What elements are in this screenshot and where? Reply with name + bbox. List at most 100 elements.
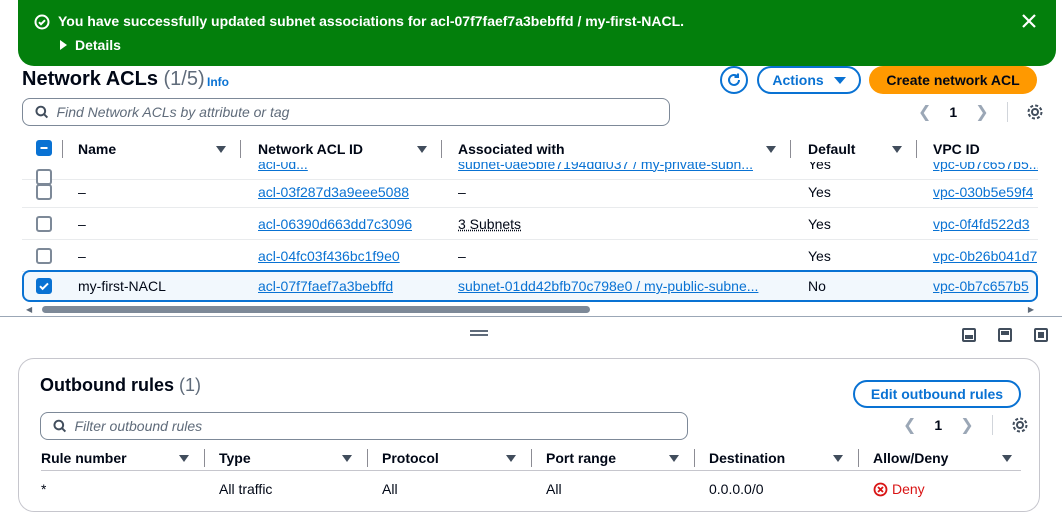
- search-icon: [53, 419, 67, 433]
- acl-id-link[interactable]: acl-0d...: [258, 162, 308, 172]
- table-row[interactable]: – acl-04fc03f436bc1f9e0 – Yes vpc-0b26b0…: [22, 240, 1038, 272]
- name-value: –: [78, 215, 86, 232]
- settings-gear-icon[interactable]: [1011, 416, 1029, 434]
- page-title: Network ACLs (1/5): [22, 68, 205, 91]
- association-link[interactable]: subnet-01dd42bfb70c798e0 / my-public-sub…: [458, 278, 758, 294]
- name-value: –: [78, 183, 86, 200]
- settings-gear-icon[interactable]: [1026, 103, 1044, 121]
- actions-label: Actions: [772, 72, 824, 88]
- acl-search-field[interactable]: [22, 98, 670, 126]
- col-header-vpc-id[interactable]: VPC ID: [933, 136, 980, 162]
- acl-id-link[interactable]: acl-06390d663dd7c3096: [258, 216, 412, 232]
- association-value: –: [458, 183, 466, 200]
- sort-icon[interactable]: [833, 455, 843, 462]
- acl-search-input[interactable]: [56, 104, 669, 120]
- info-link[interactable]: Info: [207, 75, 229, 89]
- sort-icon[interactable]: [506, 455, 516, 462]
- horizontal-scrollbar[interactable]: ◀ ▶: [22, 304, 1038, 314]
- deny-status: Deny: [873, 476, 925, 502]
- prev-page-icon[interactable]: ❮: [903, 415, 916, 435]
- scroll-left-icon[interactable]: ◀: [26, 305, 32, 314]
- row-checkbox[interactable]: [36, 248, 52, 264]
- panel-bottom-icon[interactable]: [962, 328, 976, 342]
- col-header-default[interactable]: Default: [808, 136, 855, 162]
- association-value: –: [458, 247, 466, 264]
- acl-table-body: acl-0d... subnet-0ae5bfe7194ddf037 / my-…: [22, 162, 1038, 304]
- acl-table-header: Name Network ACL ID Associated with Defa…: [22, 136, 1038, 162]
- col-header-destination[interactable]: Destination: [709, 445, 785, 471]
- sort-icon[interactable]: [342, 455, 352, 462]
- outbound-title: Outbound rules (1): [40, 375, 201, 396]
- col-header-type[interactable]: Type: [219, 445, 251, 471]
- row-checkbox[interactable]: [36, 278, 52, 294]
- sort-icon[interactable]: [669, 455, 679, 462]
- prev-page-icon[interactable]: ❮: [918, 102, 931, 122]
- row-checkbox[interactable]: [36, 216, 52, 232]
- association-link[interactable]: subnet-0ae5bfe7194ddf037 / my-private-su…: [458, 162, 753, 172]
- sort-icon[interactable]: [1002, 455, 1012, 462]
- outbound-title-text: Outbound rules: [40, 375, 174, 395]
- select-all-checkbox[interactable]: [36, 140, 52, 156]
- col-header-port-range[interactable]: Port range: [546, 445, 616, 471]
- flash-details-toggle[interactable]: Details: [60, 37, 121, 53]
- col-header-allow-deny[interactable]: Allow/Deny: [873, 445, 948, 471]
- current-page[interactable]: 1: [934, 417, 942, 433]
- row-checkbox[interactable]: [36, 184, 52, 200]
- minus-icon: [40, 147, 48, 149]
- scroll-right-icon[interactable]: ▶: [1028, 305, 1034, 314]
- caret-down-icon: [833, 76, 846, 84]
- vpc-id-link[interactable]: vpc-0b7c657b5: [933, 278, 1029, 294]
- table-row-selected[interactable]: my-first-NACL acl-07f7faef7a3bebffd subn…: [22, 270, 1038, 302]
- col-header-associated[interactable]: Associated with: [458, 136, 565, 162]
- deny-label: Deny: [892, 481, 925, 497]
- subnets-popover-trigger[interactable]: 3 Subnets: [458, 216, 521, 232]
- acl-id-link[interactable]: acl-04fc03f436bc1f9e0: [258, 248, 400, 264]
- resize-handle[interactable]: [470, 330, 488, 336]
- panel-side-icon[interactable]: [998, 328, 1012, 342]
- outbound-filter-field[interactable]: [40, 412, 688, 440]
- name-value: –: [78, 247, 86, 264]
- deny-x-icon: [873, 482, 888, 496]
- col-header-protocol[interactable]: Protocol: [382, 445, 439, 471]
- sort-icon[interactable]: [892, 146, 902, 153]
- vpc-id-link[interactable]: vpc-030b5e59f4: [933, 184, 1033, 200]
- default-value: Yes: [808, 247, 831, 264]
- panel-full-icon[interactable]: [1034, 328, 1048, 342]
- sort-icon[interactable]: [417, 146, 427, 153]
- column-divider: [367, 449, 368, 467]
- col-header-name[interactable]: Name: [78, 136, 116, 162]
- table-row[interactable]: – acl-06390d663dd7c3096 3 Subnets Yes vp…: [22, 208, 1038, 240]
- col-header-acl-id[interactable]: Network ACL ID: [258, 136, 363, 162]
- edit-outbound-rules-button[interactable]: Edit outbound rules: [853, 380, 1021, 408]
- vpc-id-link[interactable]: vpc-0b7c657b5...: [933, 162, 1038, 172]
- column-divider: [694, 449, 695, 467]
- divider: [991, 415, 993, 435]
- acl-id-link[interactable]: acl-07f7faef7a3bebffd: [258, 278, 393, 294]
- divider: [1006, 102, 1008, 122]
- acl-id-link[interactable]: acl-03f287d3a9eee5088: [258, 184, 409, 200]
- actions-button[interactable]: Actions: [757, 66, 861, 94]
- sort-icon[interactable]: [766, 146, 776, 153]
- outbound-pagination: ❮ 1 ❯: [903, 415, 1029, 435]
- column-divider: [240, 140, 241, 158]
- table-row[interactable]: – acl-03f287d3a9eee5088 – Yes vpc-030b5e…: [22, 176, 1038, 208]
- current-page[interactable]: 1: [949, 104, 957, 120]
- next-page-icon[interactable]: ❯: [960, 415, 973, 435]
- caret-right-icon: [60, 40, 67, 50]
- scrollbar-thumb[interactable]: [42, 306, 590, 313]
- next-page-icon[interactable]: ❯: [975, 102, 988, 122]
- vpc-id-link[interactable]: vpc-0f4fd522d3: [933, 216, 1030, 232]
- refresh-button[interactable]: [720, 66, 748, 94]
- sort-icon[interactable]: [179, 455, 189, 462]
- column-divider: [62, 140, 63, 158]
- refresh-icon: [728, 73, 740, 86]
- column-divider: [441, 140, 442, 158]
- sort-icon[interactable]: [216, 146, 226, 153]
- create-network-acl-button[interactable]: Create network ACL: [869, 66, 1037, 94]
- check-icon: [39, 282, 49, 291]
- col-header-rule-number[interactable]: Rule number: [41, 445, 127, 471]
- vpc-id-link[interactable]: vpc-0b26b041d7: [933, 248, 1037, 264]
- column-divider: [858, 449, 859, 467]
- outbound-filter-input[interactable]: [74, 418, 687, 434]
- close-icon[interactable]: [1020, 12, 1038, 30]
